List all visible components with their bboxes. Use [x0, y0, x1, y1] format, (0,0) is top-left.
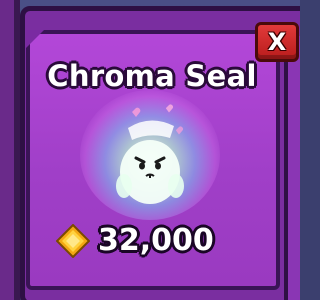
right-panel-edge [284, 36, 300, 300]
item-price: 32,000 [98, 222, 214, 258]
close-icon: X [267, 28, 287, 56]
seal-pet-icon [116, 104, 184, 204]
close-button[interactable]: X [255, 22, 299, 62]
pet-preview [80, 90, 220, 220]
shop-screen: Chroma Seal X 32,000 [0, 0, 300, 300]
left-panel [0, 0, 20, 300]
gem-icon [56, 224, 90, 258]
